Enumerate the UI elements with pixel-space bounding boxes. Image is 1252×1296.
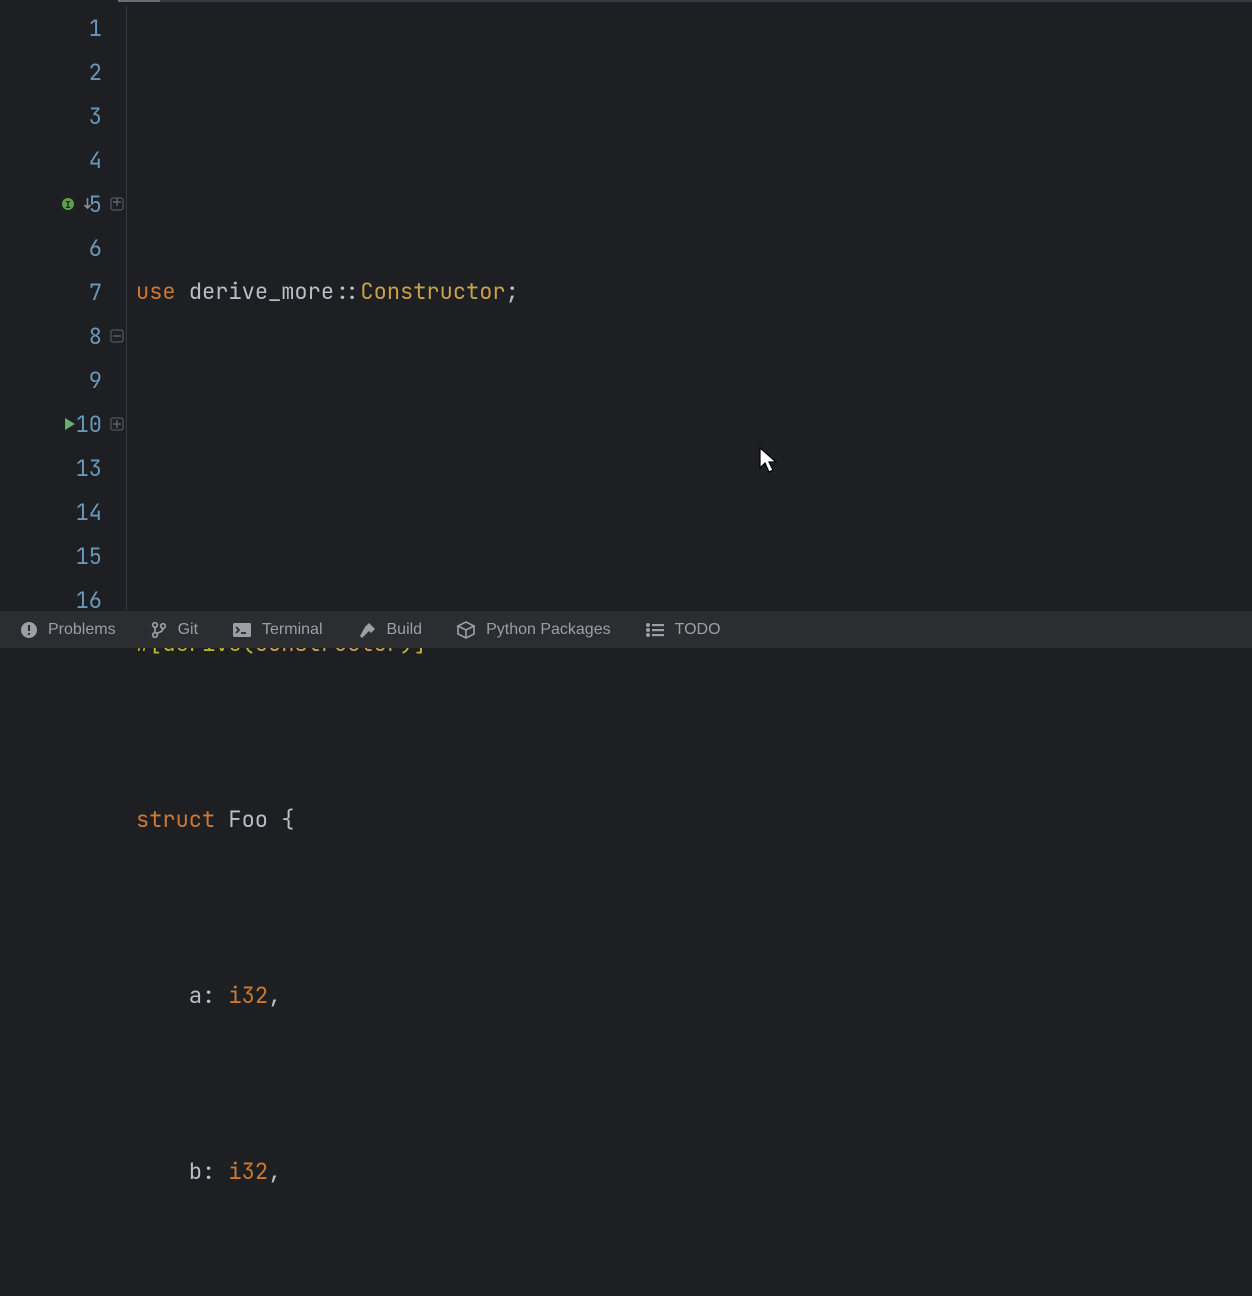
code-line[interactable]: b: i32, (118, 1150, 1252, 1194)
gutter-line[interactable]: 6 (0, 226, 118, 270)
todo-label: TODO (675, 621, 721, 639)
build-label: Build (387, 621, 423, 639)
code-line[interactable] (118, 94, 1252, 138)
gutter-line[interactable]: 9 (0, 358, 118, 402)
svg-text:I: I (65, 198, 71, 211)
gutter-line[interactable]: 15 (0, 534, 118, 578)
todo-tab[interactable]: TODO (645, 621, 721, 639)
terminal-tab[interactable]: Terminal (232, 621, 322, 639)
code-editor[interactable]: 1 2 3 4 5 I 6 7 8 9 10 13 14 15 16 (0, 0, 1252, 610)
python-packages-label: Python Packages (486, 621, 611, 639)
problems-tab[interactable]: Problems (20, 621, 116, 639)
code-line[interactable] (118, 446, 1252, 490)
run-icon[interactable] (62, 416, 78, 432)
build-icon (357, 621, 377, 639)
problems-label: Problems (48, 621, 116, 639)
implements-icon[interactable]: I (62, 196, 78, 212)
gutter-line[interactable]: 10 (0, 402, 118, 446)
terminal-label: Terminal (262, 621, 322, 639)
bottom-toolbar: Problems Git Terminal Build Python Packa… (0, 610, 1252, 648)
gutter-line[interactable]: 4 (0, 138, 118, 182)
code-line[interactable]: a: i32, (118, 974, 1252, 1018)
problems-icon (20, 621, 38, 639)
down-arrow-icon[interactable] (82, 196, 93, 212)
gutter-line[interactable]: 8 (0, 314, 118, 358)
gutter-line[interactable]: 1 (0, 6, 118, 50)
gutter-line[interactable]: 2 (0, 50, 118, 94)
gutter[interactable]: 1 2 3 4 5 I 6 7 8 9 10 13 14 15 16 (0, 0, 118, 610)
code-line[interactable]: use derive_more::Constructor; (118, 270, 1252, 314)
git-branch-icon (150, 621, 168, 639)
code-area[interactable]: use derive_more::Constructor; #[derive(C… (118, 0, 1252, 610)
python-packages-tab[interactable]: Python Packages (456, 621, 611, 639)
gutter-line[interactable]: 13 (0, 446, 118, 490)
terminal-icon (232, 622, 252, 638)
code-line[interactable]: struct Foo { (118, 798, 1252, 842)
gutter-line[interactable]: 7 (0, 270, 118, 314)
todo-icon (645, 622, 665, 638)
gutter-line[interactable]: 14 (0, 490, 118, 534)
packages-icon (456, 621, 476, 639)
git-tab[interactable]: Git (150, 621, 198, 639)
gutter-line[interactable]: 5 I (0, 182, 118, 226)
build-tab[interactable]: Build (357, 621, 423, 639)
gutter-line[interactable]: 3 (0, 94, 118, 138)
git-label: Git (178, 621, 198, 639)
